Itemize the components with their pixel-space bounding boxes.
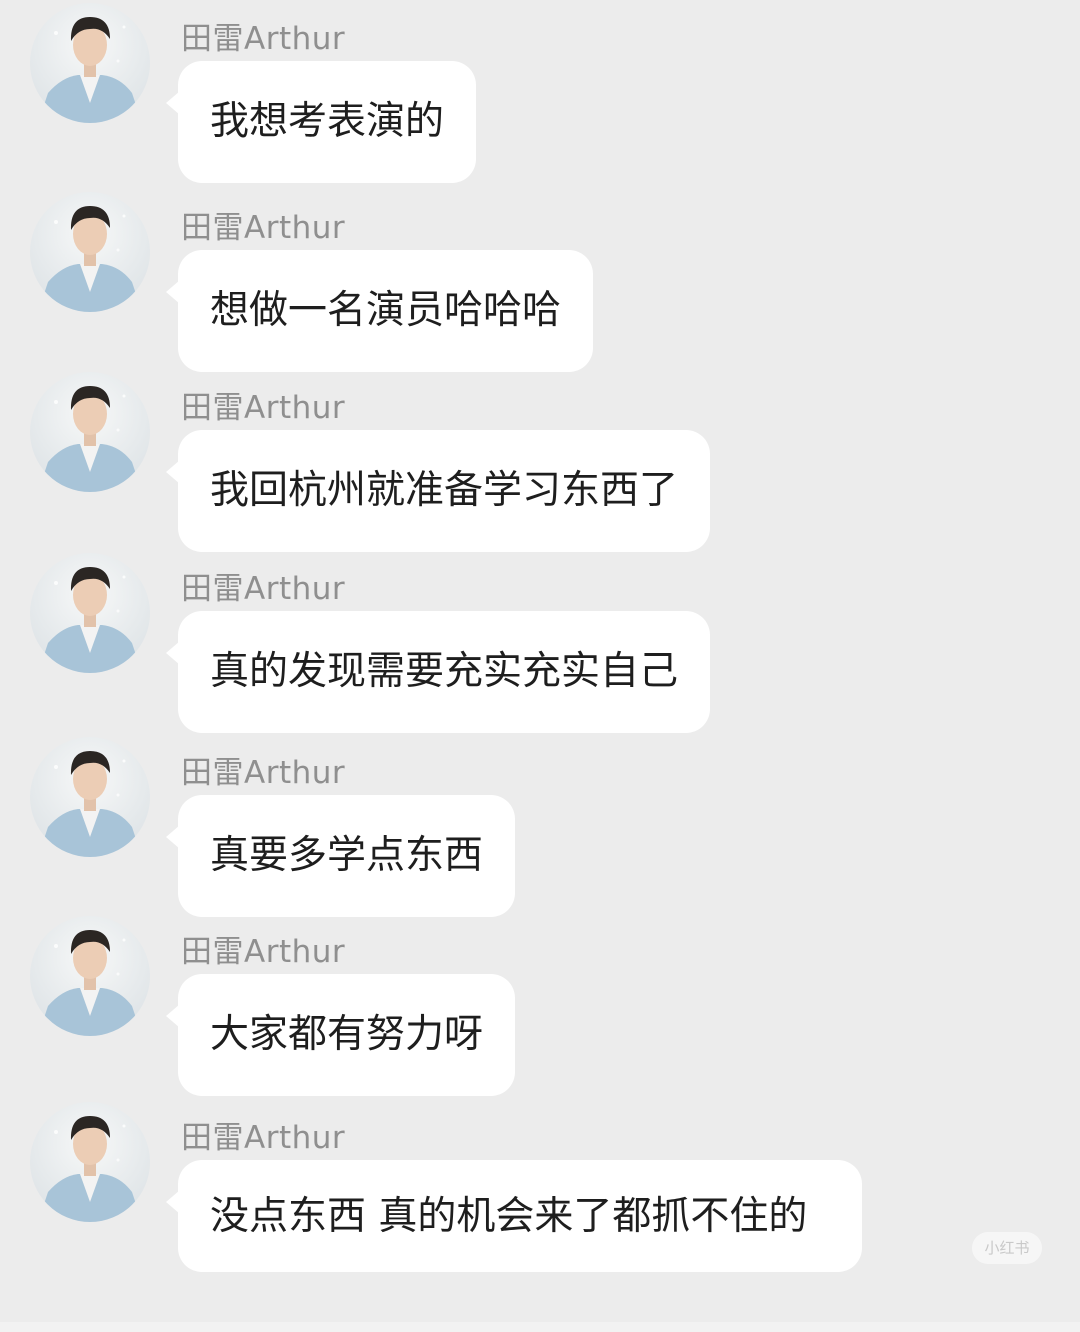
chat-thread: 田雷Arthur 我想考表演的 田雷Arthur 想做一名演员哈哈哈 田雷Art…: [0, 0, 1080, 1332]
avatar[interactable]: [30, 372, 150, 492]
sender-name: 田雷Arthur: [181, 390, 346, 426]
message-bubble[interactable]: 大家都有努力呀: [165, 974, 516, 1096]
avatar[interactable]: [30, 737, 150, 857]
message-bubble[interactable]: 没点东西 真的机会来了都抓不住的: [166, 1160, 862, 1272]
message-bubble[interactable]: 真要多学点东西: [165, 795, 516, 917]
avatar[interactable]: [30, 192, 150, 312]
avatar[interactable]: [30, 916, 150, 1036]
message-bubble[interactable]: 真的发现需要充实充实自己: [165, 611, 711, 733]
sender-name: 田雷Arthur: [181, 210, 346, 246]
sender-name: 田雷Arthur: [181, 21, 346, 57]
avatar[interactable]: [30, 1102, 150, 1222]
message-bubble[interactable]: 想做一名演员哈哈哈: [165, 250, 594, 372]
message-bubble[interactable]: 我回杭州就准备学习东西了: [165, 430, 711, 552]
avatar[interactable]: [30, 553, 150, 673]
message-bubble[interactable]: 我想考表演的: [165, 61, 477, 183]
bottom-edge: [0, 1322, 1080, 1332]
sender-name: 田雷Arthur: [181, 934, 346, 970]
watermark-logo: 小红书: [972, 1232, 1042, 1264]
sender-name: 田雷Arthur: [181, 571, 346, 607]
sender-name: 田雷Arthur: [181, 755, 346, 791]
sender-name: 田雷Arthur: [181, 1120, 346, 1156]
avatar[interactable]: [30, 3, 150, 123]
